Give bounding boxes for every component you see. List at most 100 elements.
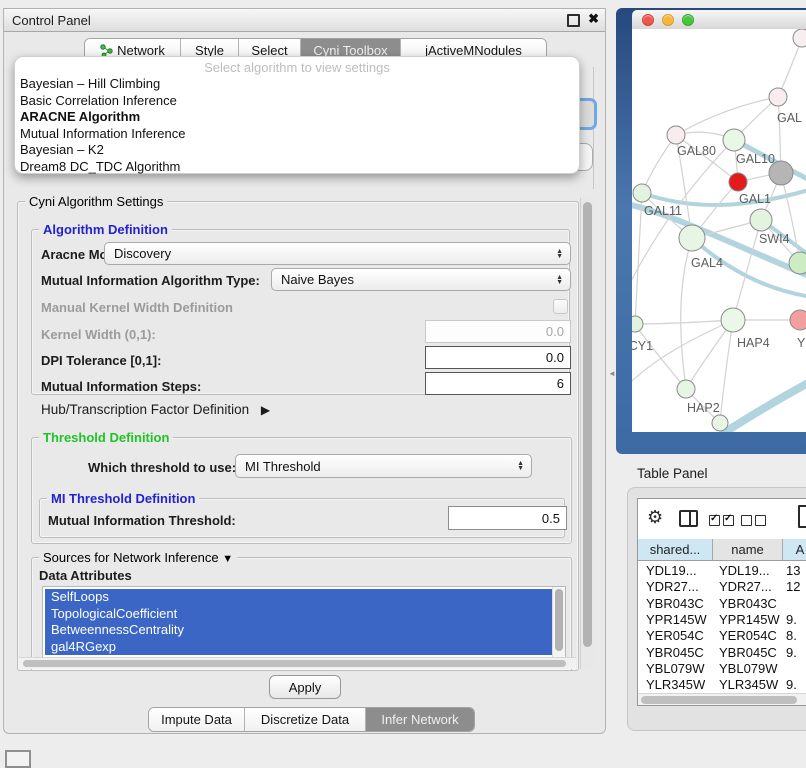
algorithm-option[interactable]: ARACNE Algorithm — [15, 109, 579, 126]
close-panel-icon[interactable]: ✖ — [588, 11, 599, 27]
table-cell[interactable]: YER054C — [719, 628, 777, 644]
network-view-frame: GAL80GAL10GAL1GAL11SWI4GAL4GALGCY1HAP4YH… — [616, 8, 806, 454]
table-cell[interactable]: YPR145W — [646, 612, 707, 628]
float-panel-icon[interactable] — [567, 14, 580, 27]
node-gal10[interactable] — [723, 129, 745, 151]
table-cell[interactable]: 9. — [786, 645, 797, 661]
mi-steps-input[interactable]: 6 — [425, 372, 571, 395]
column-header-A[interactable]: A — [783, 539, 806, 561]
attribute-item-topologicalcoefficient[interactable]: TopologicalCoefficient — [45, 606, 554, 623]
new-table-icon[interactable] — [798, 505, 806, 528]
network-edge — [686, 320, 733, 389]
dpi-tolerance-input[interactable]: 0.0 — [425, 346, 571, 369]
minimized-panel-icon[interactable] — [5, 750, 31, 768]
zoom-window-icon[interactable] — [682, 14, 694, 26]
node-label-gcy1: GCY1 — [632, 339, 653, 353]
attribute-item-betweennesscentrality[interactable]: BetweennessCentrality — [45, 622, 554, 639]
node-partial-top[interactable] — [793, 29, 806, 47]
collapsed-arrow-icon[interactable]: ▶ — [261, 403, 270, 417]
table-cell[interactable]: YPR145W — [719, 612, 780, 628]
node-gal80[interactable] — [667, 126, 685, 144]
table-cell[interactable]: YER054C — [646, 628, 704, 644]
network-edge — [635, 320, 733, 324]
kernel-width-input[interactable]: 0.0 — [425, 320, 571, 343]
mi-threshold-input[interactable]: 0.5 — [448, 506, 567, 530]
tab-discretize-data[interactable]: Discretize Data — [245, 708, 366, 731]
settings-horizontal-scrollbar[interactable] — [19, 657, 576, 669]
table-cell[interactable]: YDR27... — [646, 579, 699, 595]
attribute-item-gal4rgexp[interactable]: gal4RGexp — [45, 639, 554, 656]
table-cell[interactable]: YDL19... — [719, 563, 770, 579]
threshold-definition-title: Threshold Definition — [39, 430, 173, 445]
network-window-titlebar[interactable] — [632, 10, 806, 30]
table-cell[interactable]: YDR27... — [719, 579, 772, 595]
table-cell[interactable]: YBR043C — [719, 596, 777, 612]
node-hap2[interactable] — [677, 380, 695, 398]
node-label-gal4: GAL4 — [691, 256, 723, 270]
mi-type-value: Naive Bayes — [281, 272, 354, 287]
node-partial-bottom[interactable] — [712, 415, 728, 431]
node-label-gal10: GAL10 — [736, 152, 775, 166]
node-gal4[interactable] — [679, 225, 705, 251]
table-cell[interactable]: YDL19... — [646, 563, 697, 579]
table-browser: ⚙ shared...nameA YDL19... YDL19... 13 YDR27… — [637, 498, 806, 706]
table-cell[interactable]: YBL079W — [719, 661, 778, 677]
splitpane-arrow-icon[interactable]: ◄ — [608, 369, 616, 378]
algorithm-option[interactable]: Basic Correlation Inference — [15, 93, 579, 110]
node-partial-right[interactable] — [789, 252, 806, 274]
node-gcy1[interactable] — [632, 316, 643, 332]
node-hap4[interactable] — [721, 308, 745, 332]
clear-checkboxes-icon[interactable] — [741, 513, 769, 531]
column-header-shared...[interactable]: shared... — [638, 539, 713, 561]
network-canvas[interactable]: GAL80GAL10GAL1GAL11SWI4GAL4GALGCY1HAP4YH… — [632, 29, 806, 432]
algorithm-definition-title: Algorithm Definition — [39, 222, 172, 237]
table-cell[interactable]: YBR043C — [646, 596, 704, 612]
table-cell[interactable]: 13 — [786, 563, 800, 579]
table-rows: YDL19... YDL19... 13 YDR27... YDR27... 12 YBR0… — [638, 561, 806, 700]
data-attributes-list[interactable]: SelfLoopsTopologicalCoefficientBetweenne… — [42, 586, 566, 658]
node-label-y: Y — [797, 336, 806, 350]
manual-kernel-checkbox[interactable] — [553, 299, 568, 314]
select-all-checkboxes-icon[interactable] — [709, 513, 737, 531]
gear-icon[interactable]: ⚙ — [647, 507, 663, 528]
table-cell[interactable]: YLR345W — [646, 677, 705, 693]
network-edge — [781, 173, 800, 263]
aracne-mode-select[interactable]: Discovery ▲▼ — [104, 242, 571, 265]
close-window-icon[interactable] — [642, 14, 654, 26]
tab-impute-data[interactable]: Impute Data — [149, 708, 245, 731]
node-swi4[interactable] — [750, 209, 772, 231]
hub-section-toggle[interactable]: Hub/Transcription Factor Definition ▶ — [41, 402, 270, 417]
node-label-gal11: GAL11 — [644, 204, 682, 218]
table-cell[interactable]: 12 — [786, 579, 800, 595]
attribute-item-selfloops[interactable]: SelfLoops — [45, 589, 554, 606]
algorithm-option[interactable]: Mutual Information Inference — [15, 126, 579, 143]
node-pink-right[interactable] — [790, 310, 806, 330]
node-gal11[interactable] — [633, 184, 651, 202]
which-threshold-select[interactable]: MI Threshold ▲▼ — [235, 454, 532, 478]
table-cell[interactable]: YBR045C — [719, 645, 777, 661]
table-header-row: shared...nameA — [638, 539, 806, 561]
mi-type-select[interactable]: Naive Bayes ▲▼ — [271, 268, 571, 291]
settings-vertical-scrollbar[interactable] — [580, 198, 595, 669]
tab-infer-network[interactable]: Infer Network — [366, 708, 474, 731]
columns-icon[interactable] — [679, 510, 698, 527]
table-cell[interactable]: 9. — [786, 612, 797, 628]
table-cell[interactable]: YBR045C — [646, 645, 704, 661]
algorithm-option[interactable]: Bayesian – Hill Climbing — [15, 76, 579, 93]
algorithm-option[interactable]: Bayesian – K2 — [15, 142, 579, 159]
table-cell[interactable]: 9. — [786, 677, 797, 693]
node-gal1-red[interactable] — [729, 173, 747, 191]
expanded-arrow-icon[interactable]: ▼ — [222, 553, 233, 565]
algorithm-option[interactable]: Dream8 DC_TDC Algorithm — [15, 159, 579, 176]
node-gal7[interactable] — [769, 88, 787, 106]
table-cell[interactable]: YBL079W — [646, 661, 705, 677]
apply-button[interactable]: Apply — [269, 675, 341, 699]
node-label-gal1: GAL1 — [739, 192, 771, 206]
kernel-width-label: Kernel Width (0,1): — [41, 327, 156, 342]
table-cell[interactable]: 8. — [786, 628, 797, 644]
column-header-name[interactable]: name — [713, 539, 783, 561]
table-horizontal-scrollbar[interactable] — [638, 693, 806, 706]
minimize-window-icon[interactable] — [662, 14, 674, 26]
table-cell[interactable]: YLR345W — [719, 677, 778, 693]
node-label-hap4: HAP4 — [737, 336, 770, 350]
